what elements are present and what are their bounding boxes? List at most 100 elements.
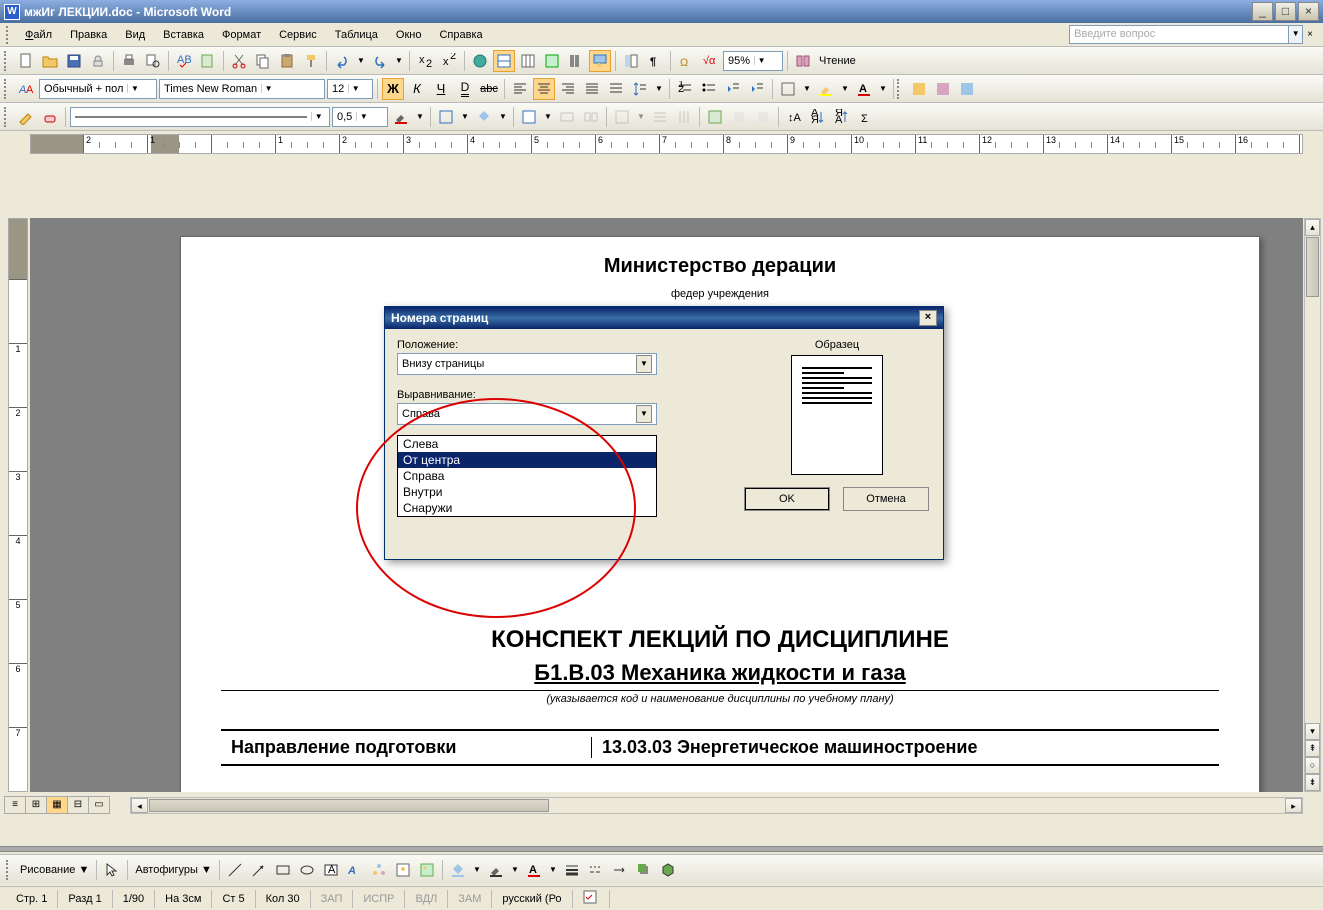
merge-cells-icon[interactable] xyxy=(556,106,578,128)
tool1-icon[interactable] xyxy=(908,78,930,100)
scroll-right-icon[interactable]: ▸ xyxy=(1285,798,1302,813)
bullets-icon[interactable] xyxy=(698,78,720,100)
normal-view-icon[interactable]: ≡ xyxy=(4,796,26,814)
dropdown-icon[interactable]: ▼ xyxy=(356,112,370,121)
redo-icon[interactable] xyxy=(369,50,391,72)
insert-table-icon[interactable] xyxy=(518,106,540,128)
alignment-combo[interactable]: Справа ▼ xyxy=(397,403,657,425)
grip-icon[interactable] xyxy=(6,26,12,44)
line-weight-combo[interactable]: 0,5▼ xyxy=(332,107,388,127)
tool3-icon[interactable] xyxy=(956,78,978,100)
option-outside[interactable]: Снаружи xyxy=(398,500,656,516)
open-icon[interactable] xyxy=(39,50,61,72)
status-page[interactable]: Стр. 1 xyxy=(6,890,58,908)
eraser-icon[interactable] xyxy=(39,106,61,128)
print-preview-icon[interactable] xyxy=(142,50,164,72)
undo-dropdown-icon[interactable]: ▼ xyxy=(354,50,368,72)
italic-icon[interactable]: К xyxy=(406,78,428,100)
dropdown-icon[interactable]: ▼ xyxy=(636,355,652,373)
line-style-icon[interactable] xyxy=(561,859,583,881)
menu-file[interactable]: Файл xyxy=(16,26,61,44)
status-ext[interactable]: ВДЛ xyxy=(405,890,448,908)
line-style-combo[interactable]: ▼ xyxy=(70,107,330,127)
styles-pane-icon[interactable]: AA xyxy=(15,78,37,100)
menu-close-doc[interactable]: × xyxy=(1303,29,1317,40)
align-justify-icon[interactable] xyxy=(581,78,603,100)
grip-icon[interactable] xyxy=(6,860,12,880)
read-mode-label[interactable]: Чтение xyxy=(815,55,860,67)
copy-icon[interactable] xyxy=(252,50,274,72)
distribute-icon[interactable] xyxy=(605,78,627,100)
font-combo[interactable]: Times New Roman▼ xyxy=(159,79,325,99)
font-color-dropdown-icon[interactable]: ▼ xyxy=(546,859,560,881)
question-dropdown-icon[interactable]: ▼ xyxy=(1289,25,1303,44)
borders-dropdown-icon[interactable]: ▼ xyxy=(800,78,814,100)
scroll-thumb[interactable] xyxy=(149,799,549,812)
save-icon[interactable] xyxy=(63,50,85,72)
textbox-icon[interactable]: A xyxy=(320,859,342,881)
menu-table[interactable]: Таблица xyxy=(326,26,387,44)
status-language[interactable]: русский (Ро xyxy=(492,890,572,908)
clipart-icon[interactable] xyxy=(392,859,414,881)
split-cells-icon[interactable] xyxy=(580,106,602,128)
double-underline-icon[interactable]: D xyxy=(454,78,476,100)
horizontal-scrollbar[interactable]: ◂ ▸ xyxy=(130,797,1303,814)
fill-dropdown-icon[interactable]: ▼ xyxy=(470,859,484,881)
shadow-icon[interactable] xyxy=(633,859,655,881)
dash-style-icon[interactable] xyxy=(585,859,607,881)
highlight-icon[interactable] xyxy=(815,78,837,100)
grip-icon[interactable] xyxy=(4,107,10,127)
oval-icon[interactable] xyxy=(296,859,318,881)
numbering-icon[interactable]: 12 xyxy=(674,78,696,100)
rectangle-icon[interactable] xyxy=(272,859,294,881)
font-size-combo[interactable]: 12▼ xyxy=(327,79,373,99)
autoformat-icon[interactable] xyxy=(704,106,726,128)
subscript-icon[interactable]: x2 xyxy=(414,50,436,72)
autosum-icon[interactable]: Σ xyxy=(855,106,877,128)
font-color-icon[interactable]: A xyxy=(853,78,875,100)
permission-icon[interactable] xyxy=(87,50,109,72)
distribute-cols-icon[interactable] xyxy=(673,106,695,128)
line-spacing-icon[interactable] xyxy=(629,78,651,100)
new-doc-icon[interactable] xyxy=(15,50,37,72)
undo-icon[interactable] xyxy=(331,50,353,72)
distribute-rows-icon[interactable] xyxy=(649,106,671,128)
border-drop-icon[interactable]: ▼ xyxy=(458,106,472,128)
scroll-down-icon[interactable]: ▾ xyxy=(1305,723,1320,740)
reading-view-icon[interactable]: ▭ xyxy=(88,796,110,814)
status-rec[interactable]: ЗАП xyxy=(311,890,354,908)
status-spellcheck-icon[interactable] xyxy=(573,890,610,908)
diagram-icon[interactable] xyxy=(368,859,390,881)
line-spacing-dropdown-icon[interactable]: ▼ xyxy=(652,78,666,100)
dropdown-icon[interactable]: ▼ xyxy=(261,84,275,93)
zoom-combo[interactable]: 95%▼ xyxy=(723,51,783,71)
draw-table-icon[interactable] xyxy=(15,106,37,128)
align-drop-icon[interactable]: ▼ xyxy=(634,106,648,128)
drawing-toolbar-icon[interactable] xyxy=(589,50,611,72)
web-view-icon[interactable]: ⊞ xyxy=(25,796,47,814)
dropdown-icon[interactable]: ▼ xyxy=(348,84,362,93)
tables-borders-icon[interactable] xyxy=(493,50,515,72)
bold-icon[interactable]: Ж xyxy=(382,78,404,100)
border-color-icon[interactable] xyxy=(390,106,412,128)
research-icon[interactable] xyxy=(197,50,219,72)
superscript-icon[interactable]: x2 xyxy=(438,50,460,72)
read-mode-icon[interactable] xyxy=(792,50,814,72)
insert-picture-icon[interactable] xyxy=(416,859,438,881)
borders-icon[interactable] xyxy=(777,78,799,100)
border-color-drop-icon[interactable]: ▼ xyxy=(413,106,427,128)
horizontal-ruler[interactable]: 211234567891011121314151617 xyxy=(30,134,1303,154)
symbol-icon[interactable]: Ω xyxy=(675,50,697,72)
insert-table-drop-icon[interactable]: ▼ xyxy=(541,106,555,128)
redo-dropdown-icon[interactable]: ▼ xyxy=(392,50,406,72)
cancel-button[interactable]: Отмена xyxy=(843,487,929,511)
grip-icon[interactable] xyxy=(4,51,10,71)
style-combo[interactable]: Обычный + пол▼ xyxy=(39,79,157,99)
align-left-icon[interactable] xyxy=(509,78,531,100)
font-color-dropdown-icon[interactable]: ▼ xyxy=(876,78,890,100)
scroll-left-icon[interactable]: ◂ xyxy=(131,798,148,813)
option-left[interactable]: Слева xyxy=(398,436,656,452)
insert-excel-icon[interactable] xyxy=(541,50,563,72)
option-inside[interactable]: Внутри xyxy=(398,484,656,500)
minimize-button[interactable]: _ xyxy=(1252,2,1273,21)
